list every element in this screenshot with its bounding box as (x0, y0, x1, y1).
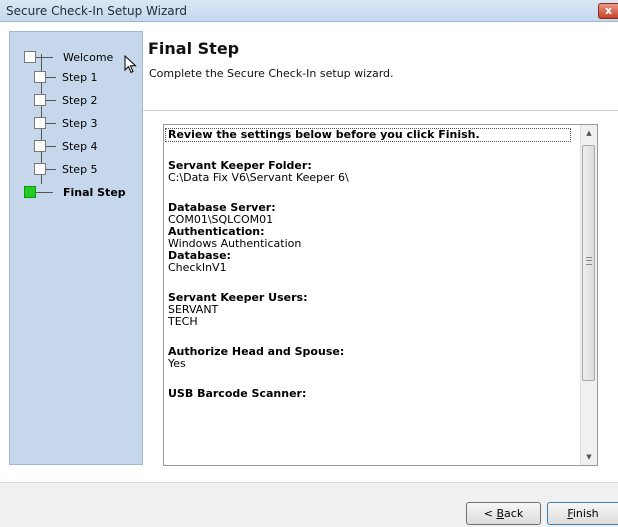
header-divider (143, 110, 618, 111)
back-button[interactable]: < Back (466, 502, 541, 525)
page-subtitle: Complete the Secure Check-In setup wizar… (149, 67, 394, 80)
step-5: Step 5 (10, 160, 142, 180)
settings-review-box[interactable]: Review the settings below before you cli… (163, 124, 598, 466)
vertical-scrollbar[interactable]: ▲ ▼ (580, 125, 597, 465)
step-checkbox (34, 163, 46, 175)
step-checkbox (34, 71, 46, 83)
folder-value: C:\Data Fix V6\Servant Keeper 6\ (168, 171, 349, 184)
step-1: Step 1 (10, 68, 142, 88)
page-title: Final Step (148, 39, 240, 58)
step-3: Step 3 (10, 114, 142, 134)
database-label: Database: (168, 249, 231, 262)
authorize-label: Authorize Head and Spouse: (168, 345, 345, 358)
scroll-up-arrow-icon[interactable]: ▲ (581, 125, 597, 141)
wizard-steps-panel: Welcome Step 1 Step 2 Step 3 Step 4 Step… (9, 31, 143, 465)
step-label: Step 1 (62, 71, 98, 84)
step-checkbox (34, 117, 46, 129)
user-entry: TECH (168, 315, 198, 328)
step-label: Step 3 (62, 117, 98, 130)
authorize-value: Yes (168, 357, 186, 370)
step-2: Step 2 (10, 91, 142, 111)
step-4: Step 4 (10, 137, 142, 157)
current-step-indicator (24, 186, 36, 198)
window-title: Secure Check-In Setup Wizard (6, 4, 187, 18)
user-entry: SERVANT (168, 303, 219, 316)
users-label: Servant Keeper Users: (168, 291, 308, 304)
step-label: Step 5 (62, 163, 98, 176)
step-label: Final Step (63, 186, 126, 199)
review-headline: Review the settings below before you cli… (165, 128, 571, 142)
step-label: Welcome (63, 51, 114, 64)
step-final: Final Step (10, 183, 142, 203)
step-checkbox (34, 140, 46, 152)
mouse-pointer-icon (124, 55, 137, 74)
settings-review-text: Review the settings below before you cli… (165, 128, 578, 400)
scrollbar-thumb[interactable] (582, 145, 595, 381)
database-value: CheckInV1 (168, 261, 227, 274)
scroll-down-arrow-icon[interactable]: ▼ (581, 449, 597, 465)
close-button[interactable]: x (598, 3, 618, 19)
grip-icon (586, 257, 592, 265)
title-bar: Secure Check-In Setup Wizard x (0, 0, 618, 22)
step-label: Step 2 (62, 94, 98, 107)
step-welcome: Welcome (10, 48, 142, 68)
step-checkbox (34, 94, 46, 106)
step-checkbox (24, 51, 36, 63)
step-label: Step 4 (62, 140, 98, 153)
finish-button[interactable]: Finish (547, 502, 618, 525)
close-icon: x (604, 4, 613, 17)
barcode-scanner-label: USB Barcode Scanner: (168, 387, 307, 400)
